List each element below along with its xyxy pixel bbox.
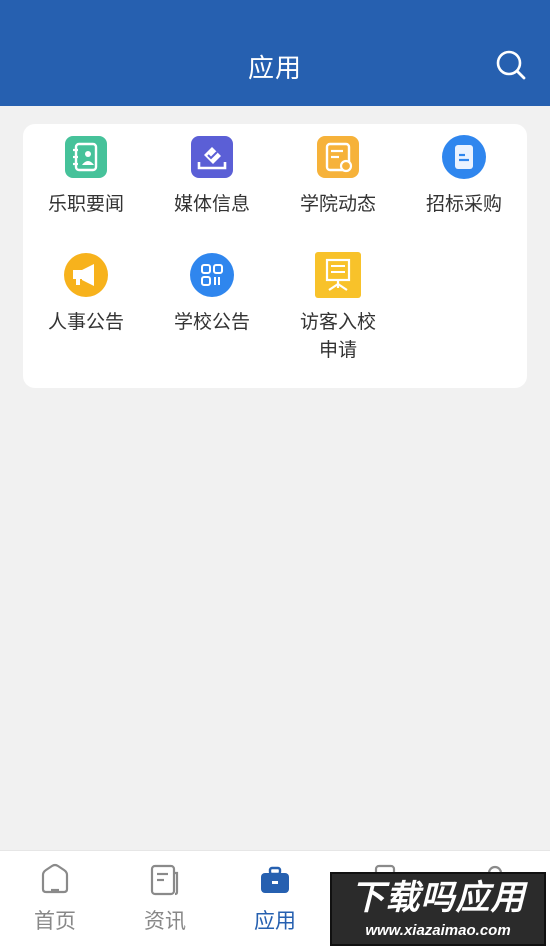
- app-label-line1: 访客入校: [299, 311, 376, 333]
- briefcase-icon: [261, 866, 289, 893]
- home-icon: [41, 863, 69, 894]
- tab-label: 应用: [254, 909, 296, 933]
- app-label: 学校公告: [173, 311, 250, 333]
- tab-apps[interactable]: 应用: [220, 851, 330, 950]
- app-label: 乐职要闻: [47, 193, 124, 215]
- app-item-procurement[interactable]: 招标采购: [401, 134, 527, 218]
- app-item-visitor-apply[interactable]: 访客入校 申请: [275, 252, 401, 364]
- news-icon: [150, 864, 179, 896]
- megaphone-icon: [64, 253, 108, 297]
- app-item-media[interactable]: 媒体信息: [149, 134, 275, 218]
- tab-home[interactable]: 首页: [0, 851, 110, 950]
- app-item-school-notice[interactable]: 学校公告: [149, 252, 275, 336]
- watermark-title: 下载吗应用: [350, 878, 526, 918]
- presentation-board-icon: [315, 252, 361, 298]
- inbox-check-icon: [191, 136, 233, 178]
- watermark-logo: 下载吗应用 www.xiazaimao.com: [330, 872, 546, 946]
- app-item-news[interactable]: 乐职要闻: [23, 134, 149, 218]
- app-label: 人事公告: [47, 311, 124, 333]
- tab-news[interactable]: 资讯: [110, 851, 220, 950]
- app-item-hr-notice[interactable]: 人事公告: [23, 252, 149, 336]
- page-title: 应用: [247, 54, 302, 84]
- app-header: 应用: [0, 0, 550, 106]
- app-label: 招标采购: [425, 193, 502, 215]
- app-label-line2: 申请: [318, 339, 357, 361]
- watermark-url: www.xiazaimao.com: [365, 922, 511, 939]
- app-item-college-news[interactable]: 学院动态: [275, 134, 401, 218]
- tab-label: 首页: [34, 909, 76, 933]
- app-label: 访客入校 申请: [275, 308, 401, 364]
- app-label: 学院动态: [299, 193, 376, 215]
- search-button[interactable]: [494, 48, 528, 82]
- tab-label: 资讯: [144, 909, 186, 933]
- app-label: 媒体信息: [173, 193, 250, 215]
- notice-bell-icon: [317, 136, 359, 178]
- grid-qr-icon: [190, 253, 234, 297]
- contact-book-icon: [65, 136, 107, 178]
- search-icon: [496, 50, 526, 80]
- apps-card: 乐职要闻 媒体信息 学院动态 招标采购 人事公告 学校公告 访客入校 申请: [23, 124, 527, 388]
- document-icon: [442, 135, 486, 179]
